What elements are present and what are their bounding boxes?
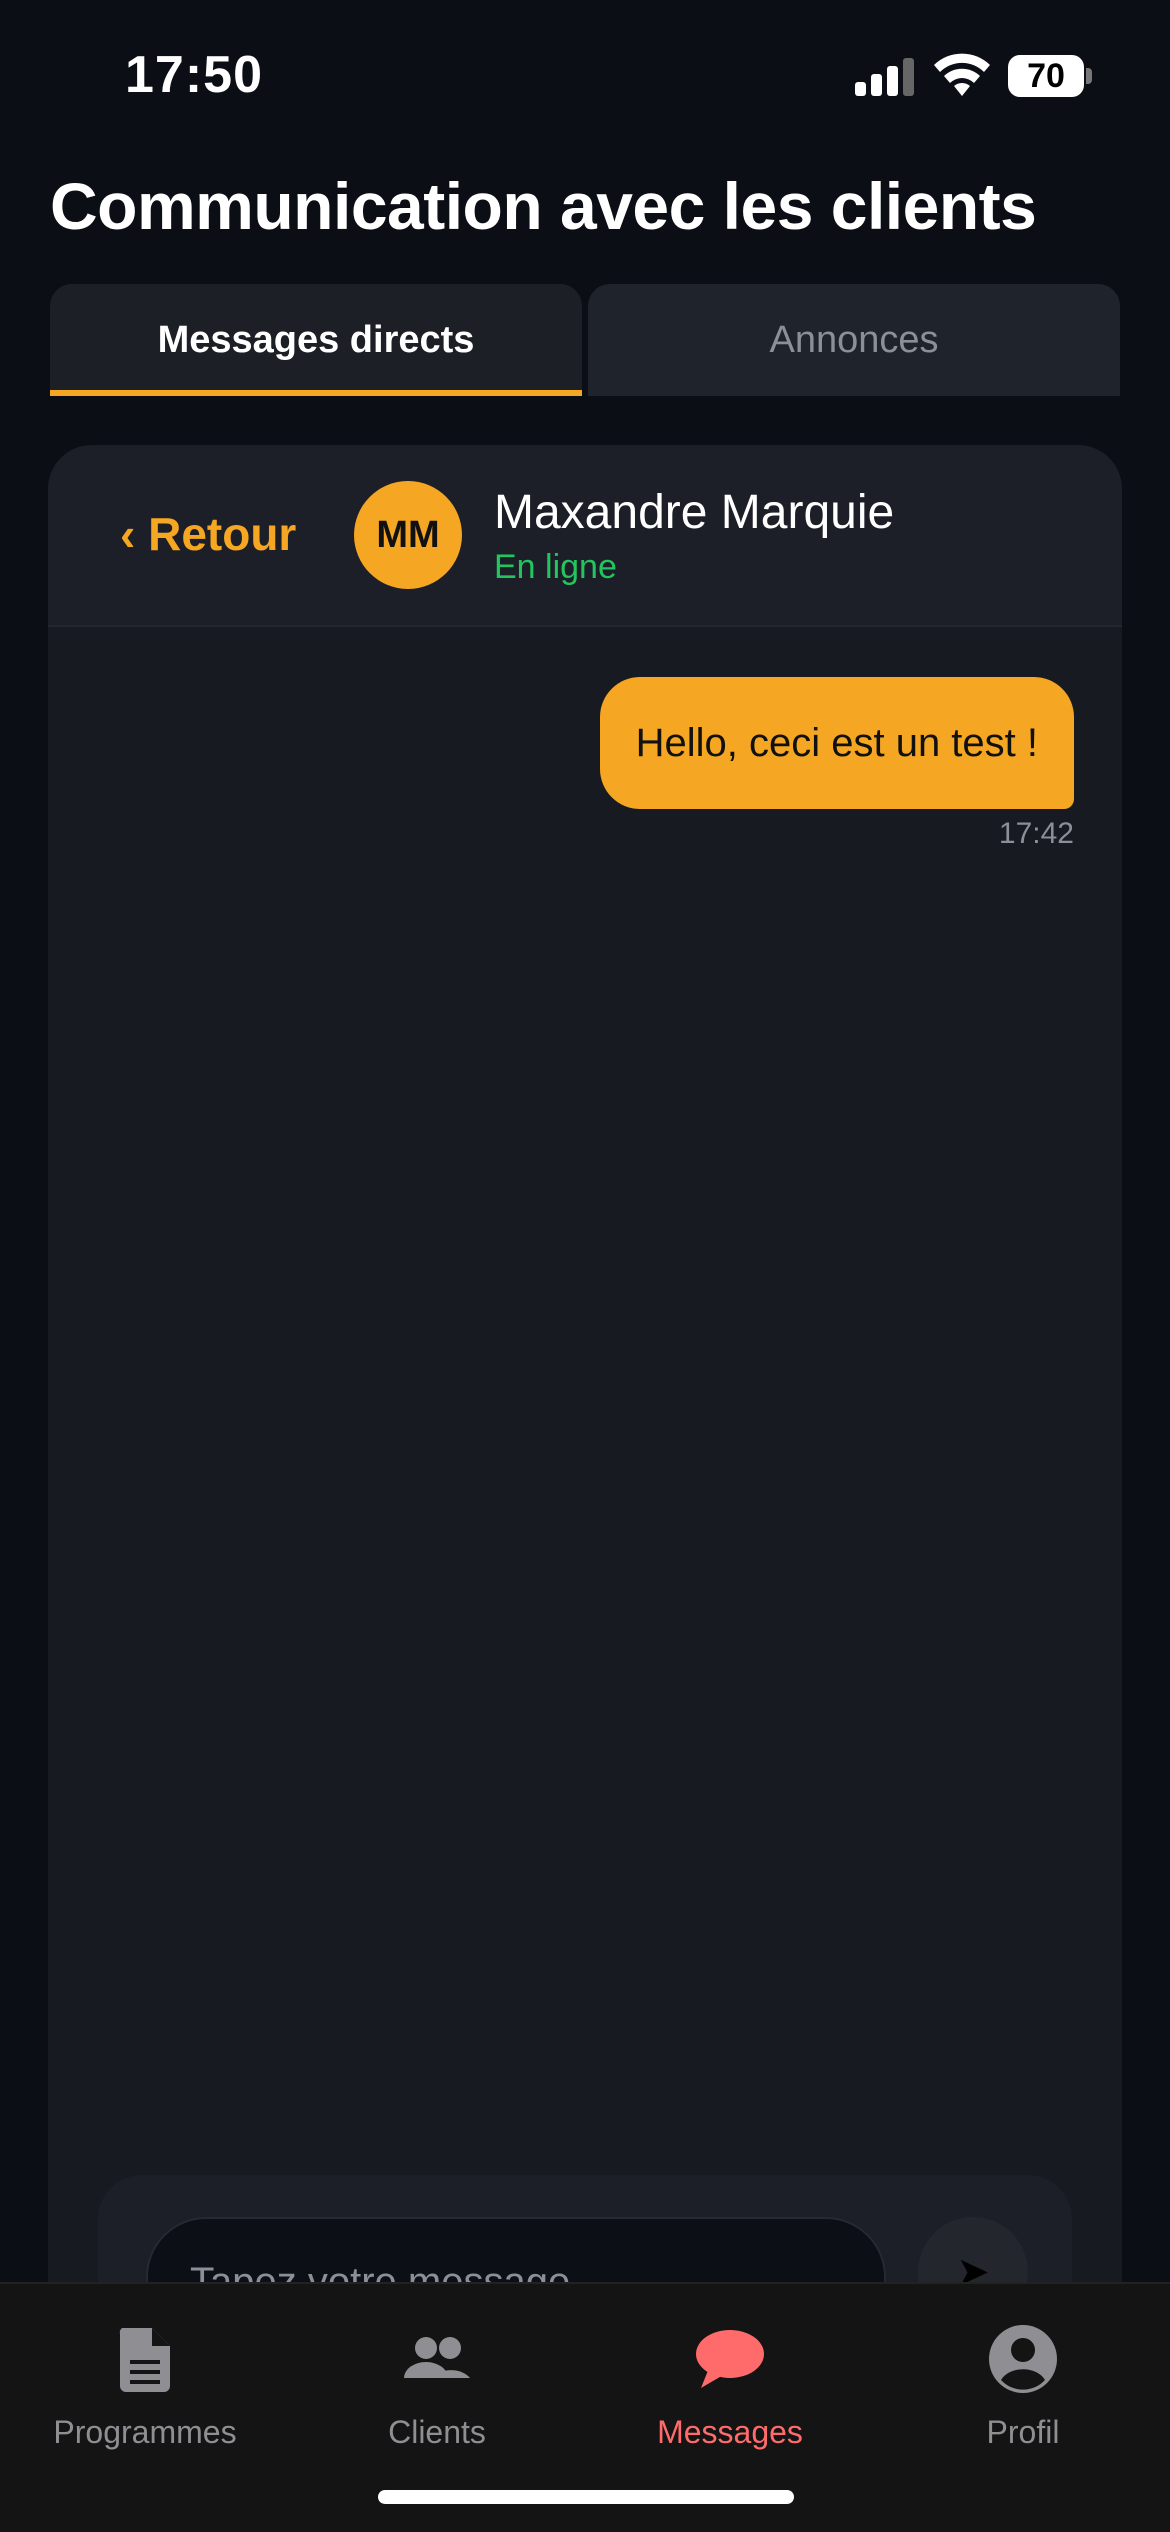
message-timestamp: 17:42 <box>998 817 1074 850</box>
battery-icon: 70 <box>1008 55 1092 97</box>
nav-label-clients: Clients <box>388 2414 486 2450</box>
tab-direct-messages[interactable]: Messages directs <box>50 284 582 396</box>
contact-name: Maxandre Marquie <box>494 486 895 539</box>
contact-status: En ligne <box>494 548 617 586</box>
tab-announcements[interactable]: Annonces <box>588 284 1120 396</box>
nav-item-clients[interactable]: Clients <box>307 2304 567 2454</box>
home-indicator <box>378 2490 794 2504</box>
message-bubble-outgoing[interactable]: Hello, ceci est un test ! <box>599 677 1074 809</box>
chat-bubble-icon <box>696 2330 764 2388</box>
nav-item-profil[interactable]: Profil <box>893 2304 1153 2454</box>
status-time: 17:50 <box>125 46 263 104</box>
chat-panel: ‹ Retour MM Maxandre Marquie En ligne He… <box>48 445 1122 2532</box>
page-title: Communication avec les clients <box>50 169 1037 243</box>
user-circle-icon <box>989 2325 1057 2393</box>
tab-bar-top: Messages directs Annonces <box>50 284 1120 396</box>
nav-item-messages[interactable]: Messages <box>600 2304 860 2454</box>
avatar[interactable]: MM <box>354 481 462 589</box>
document-icon <box>119 2328 170 2392</box>
nav-label-profil: Profil <box>986 2414 1060 2450</box>
nav-label-programmes: Programmes <box>53 2414 237 2450</box>
screen: 17:50 70 Communication avec les clients … <box>0 0 1170 2532</box>
people-icon <box>404 2337 470 2378</box>
nav-item-programmes[interactable]: Programmes <box>15 2304 275 2454</box>
chat-header: ‹ Retour MM Maxandre Marquie En ligne <box>48 445 1122 627</box>
nav-label-messages: Messages <box>657 2414 803 2450</box>
back-button[interactable]: ‹ Retour <box>120 507 296 561</box>
cellular-signal-icon <box>855 58 915 96</box>
wifi-icon <box>934 53 990 96</box>
battery-level: 70 <box>1008 55 1084 97</box>
status-bar: 17:50 70 <box>0 0 1170 150</box>
